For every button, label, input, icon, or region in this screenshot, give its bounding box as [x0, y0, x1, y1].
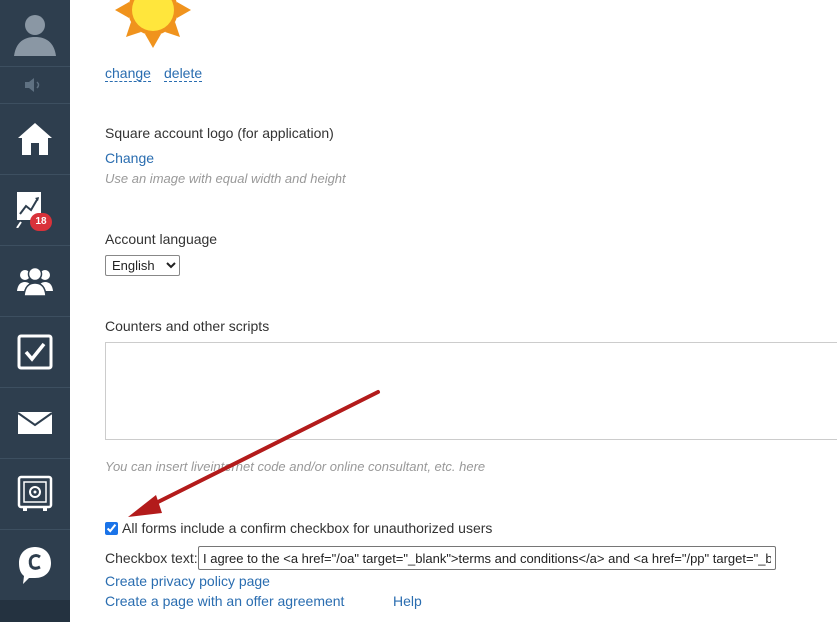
sidebar: 18	[0, 0, 70, 622]
scripts-hint: You can insert liveinternet code and/or …	[105, 459, 486, 474]
square-logo-title: Square account logo (for application)	[105, 125, 334, 141]
confirm-checkbox[interactable]	[105, 521, 118, 535]
create-privacy-policy-link[interactable]: Create privacy policy page	[105, 573, 270, 589]
sidebar-item-home[interactable]	[0, 104, 70, 175]
safe-icon	[17, 475, 53, 511]
language-select[interactable]: English	[105, 255, 180, 276]
language-title: Account language	[105, 231, 218, 247]
checkbox-text-label: Checkbox text:	[105, 550, 198, 566]
envelope-icon	[17, 412, 53, 434]
chat-icon	[19, 547, 51, 584]
help-link[interactable]: Help	[393, 593, 422, 609]
settings-content: change delete Square account logo (for a…	[70, 0, 837, 622]
sidebar-item-sound[interactable]	[0, 67, 70, 104]
sidebar-item-users[interactable]	[0, 246, 70, 317]
sidebar-item-tasks[interactable]	[0, 317, 70, 388]
square-logo-change-link[interactable]: Change	[105, 150, 154, 166]
confirm-checkbox-row: All forms include a confirm checkbox for…	[105, 520, 492, 536]
square-logo-hint: Use an image with equal width and height	[105, 171, 346, 186]
sidebar-item-avatar[interactable]	[0, 0, 70, 67]
account-logo-image	[115, 0, 191, 48]
checkbox-text-input[interactable]	[198, 546, 776, 570]
users-icon	[17, 266, 53, 297]
notification-badge: 18	[30, 213, 52, 231]
scripts-title: Counters and other scripts	[105, 318, 270, 334]
user-avatar-icon	[14, 15, 56, 56]
logo-change-link[interactable]: change	[105, 65, 151, 82]
sidebar-footer	[0, 600, 70, 622]
speaker-icon	[25, 78, 40, 92]
sidebar-item-chat[interactable]	[0, 530, 70, 601]
home-icon	[18, 123, 52, 155]
logo-delete-link[interactable]: delete	[164, 65, 203, 82]
checkbox-icon	[17, 334, 53, 370]
sidebar-item-safe[interactable]	[0, 459, 70, 530]
scripts-textarea[interactable]	[105, 342, 837, 440]
confirm-checkbox-label[interactable]: All forms include a confirm checkbox for…	[122, 520, 492, 536]
create-offer-agreement-link[interactable]: Create a page with an offer agreement	[105, 593, 344, 609]
sidebar-item-stats[interactable]: 18	[0, 175, 70, 246]
sidebar-item-mail[interactable]	[0, 388, 70, 459]
